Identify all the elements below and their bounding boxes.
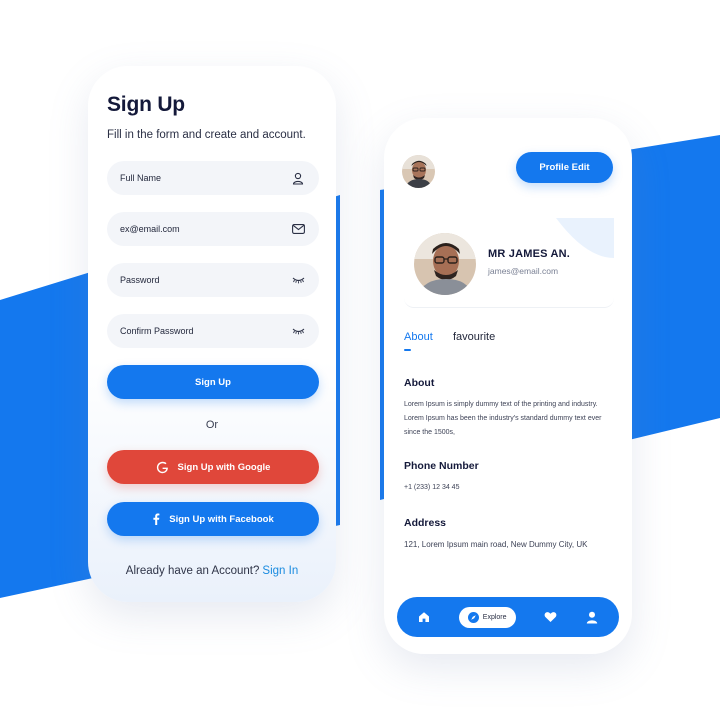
password-placeholder: Password [120, 275, 160, 285]
google-icon [156, 461, 169, 474]
signup-button[interactable]: Sign Up [107, 365, 319, 399]
address-value: 121, Lorem Ipsum main road, New Dummy Ci… [404, 540, 588, 549]
profile-name: MR JAMES AN. [488, 248, 571, 260]
avatar[interactable] [402, 155, 435, 188]
full-name-field[interactable]: Full Name [107, 161, 319, 195]
profile-email: james@email.com [488, 266, 559, 276]
facebook-icon [152, 513, 160, 525]
email-placeholder: ex@email.com [120, 224, 180, 234]
tab-about[interactable]: About [404, 331, 433, 343]
signin-prompt: Already have an Account? Sign In [88, 565, 336, 577]
mail-icon [291, 222, 305, 236]
or-divider-label: Or [205, 419, 219, 431]
phone-value: +1 (233) 12 34 45 [404, 484, 460, 491]
google-button-label: Sign Up with Google [177, 461, 271, 473]
compass-icon [467, 611, 479, 623]
phone-heading: Phone Number [404, 460, 479, 472]
profile-screen: Profile Edit MR JAMES AN. james@email.co… [384, 118, 632, 654]
eye-closed-icon[interactable] [291, 324, 305, 338]
facebook-button-label: Sign Up with Facebook [169, 513, 274, 525]
eye-closed-icon[interactable] [291, 273, 305, 287]
full-name-placeholder: Full Name [120, 173, 162, 183]
active-tab-indicator [404, 349, 411, 351]
signup-screen: Sign Up Fill in the form and create and … [88, 66, 336, 602]
google-signup-button[interactable]: Sign Up with Google [107, 450, 319, 484]
facebook-signup-button[interactable]: Sign Up with Facebook [107, 502, 319, 536]
tab-favourite[interactable]: favourite [453, 331, 495, 343]
person-icon[interactable] [585, 610, 599, 624]
profile-avatar [414, 233, 476, 295]
confirm-password-field[interactable]: Confirm Password [107, 314, 319, 348]
nav-explore-label: Explore [482, 613, 507, 621]
user-icon [291, 171, 305, 185]
password-field[interactable]: Password [107, 263, 319, 297]
bottom-nav: Explore [397, 597, 619, 637]
already-account-text: Already have an Account? [125, 565, 260, 577]
address-heading: Address [404, 517, 447, 529]
confirm-password-placeholder: Confirm Password [120, 326, 194, 336]
signin-link[interactable]: Sign In [262, 565, 298, 577]
page-title: Sign Up [107, 93, 185, 116]
page-subtitle: Fill in the form and create and account. [107, 129, 306, 141]
heart-icon[interactable] [543, 610, 557, 624]
home-icon[interactable] [417, 610, 431, 624]
nav-explore-button[interactable]: Explore [458, 606, 516, 628]
about-text: Lorem Ipsum is simply dummy text of the … [404, 401, 602, 436]
profile-edit-button[interactable]: Profile Edit [516, 152, 613, 183]
about-heading: About [404, 377, 435, 389]
email-field[interactable]: ex@email.com [107, 212, 319, 246]
